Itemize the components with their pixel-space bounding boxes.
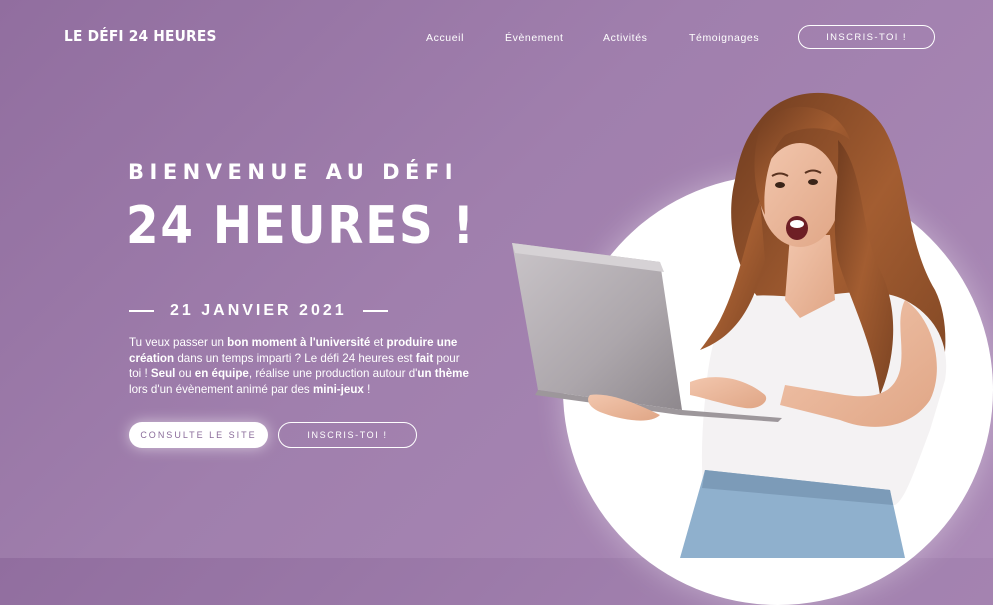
woman-with-laptop-photo (512, 92, 947, 558)
